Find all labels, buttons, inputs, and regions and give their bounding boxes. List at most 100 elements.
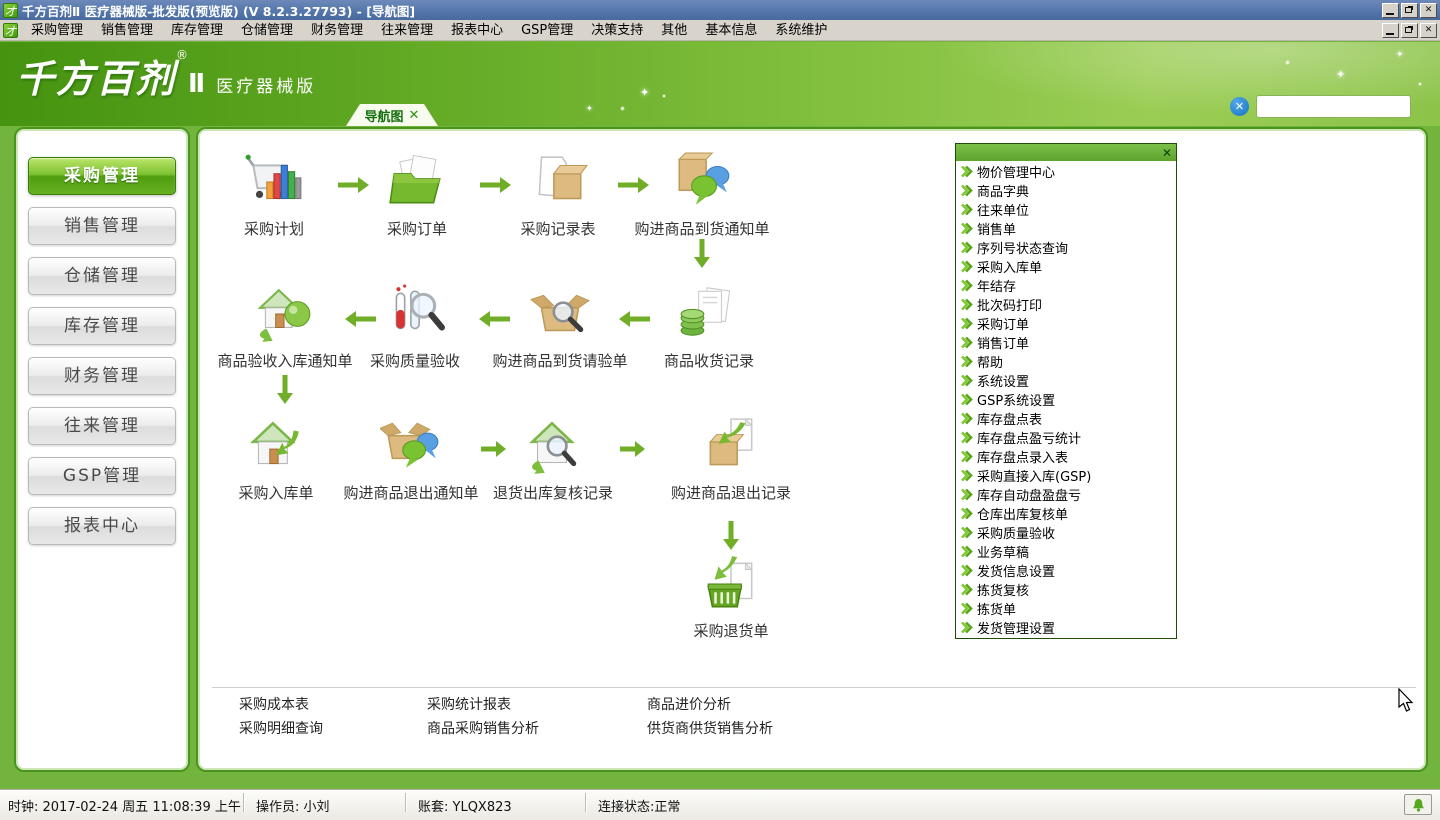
quick-panel-item[interactable]: 发货信息设置: [956, 561, 1176, 580]
sidebar-item-sales[interactable]: 销售管理: [28, 207, 176, 245]
double-chevron-icon: [960, 469, 973, 482]
sidebar-item-finance[interactable]: 财务管理: [28, 357, 176, 395]
quick-panel-item[interactable]: 帮助: [956, 352, 1176, 371]
quick-panel-item[interactable]: 销售单: [956, 219, 1176, 238]
quick-panel-item-label: 拣货单: [977, 599, 1016, 618]
quick-panel-item[interactable]: 库存盘点表: [956, 409, 1176, 428]
minimize-button[interactable]: [1382, 3, 1399, 18]
tab-label: 导航图: [365, 106, 404, 125]
report-link-purchase-cost[interactable]: 采购成本表: [239, 694, 309, 714]
menu-decision[interactable]: 决策支持: [582, 20, 652, 41]
menu-contacts[interactable]: 往来管理: [372, 20, 442, 41]
double-chevron-icon: [960, 222, 973, 235]
double-chevron-icon: [960, 602, 973, 615]
flow-node-acceptance-warehouse-notice[interactable]: 商品验收入库通知单: [200, 283, 370, 371]
flow-node-purchase-return-order[interactable]: 采购退货单: [646, 553, 816, 641]
quick-panel-item[interactable]: 采购入库单: [956, 257, 1176, 276]
quick-panel-item[interactable]: 库存盘点录入表: [956, 447, 1176, 466]
logo-text: 千方百剂: [16, 57, 176, 101]
quick-panel-close-icon[interactable]: ✕: [1162, 147, 1172, 159]
status-separator: [585, 793, 587, 812]
box-bubbles-icon: [671, 151, 733, 213]
tab-navigation-map[interactable]: 导航图 ✕: [346, 104, 438, 126]
double-chevron-icon: [960, 260, 973, 273]
menu-gsp[interactable]: GSP管理: [512, 20, 582, 41]
menu-reports[interactable]: 报表中心: [442, 20, 512, 41]
quick-panel-item[interactable]: GSP系统设置: [956, 390, 1176, 409]
quick-access-panel: ✕ 物价管理中心商品字典往来单位销售单序列号状态查询采购入库单年结存批次码打印采…: [955, 143, 1177, 639]
quick-panel-item[interactable]: 仓库出库复核单: [956, 504, 1176, 523]
quick-panel-item-label: 物价管理中心: [977, 162, 1055, 181]
quick-panel-item[interactable]: 批次码打印: [956, 295, 1176, 314]
house-magnifier-icon: [522, 415, 584, 477]
quick-panel-list: 物价管理中心商品字典往来单位销售单序列号状态查询采购入库单年结存批次码打印采购订…: [956, 161, 1176, 638]
double-chevron-icon: [960, 317, 973, 330]
quick-panel-item-label: 批次码打印: [977, 295, 1042, 314]
quick-panel-item[interactable]: 年结存: [956, 276, 1176, 295]
quick-panel-item-label: 仓库出库复核单: [977, 504, 1068, 523]
menu-purchase[interactable]: 采购管理: [22, 20, 92, 41]
flow-node-return-record[interactable]: 购进商品退出记录: [646, 415, 816, 503]
child-restore-button[interactable]: [1401, 23, 1418, 38]
cart-chart-icon: [243, 151, 305, 213]
search-input[interactable]: [1257, 96, 1411, 117]
double-chevron-icon: [960, 241, 973, 254]
quick-panel-item[interactable]: 系统设置: [956, 371, 1176, 390]
sidebar-item-purchase[interactable]: 采购管理: [28, 157, 176, 195]
menu-finance[interactable]: 财务管理: [302, 20, 372, 41]
sidebar-item-warehouse[interactable]: 仓储管理: [28, 257, 176, 295]
quick-panel-item[interactable]: 拣货复核: [956, 580, 1176, 599]
quick-panel-header: ✕: [956, 144, 1176, 161]
restore-button[interactable]: [1401, 3, 1418, 18]
flow-node-label: 购进商品退出记录: [646, 482, 816, 503]
quick-panel-item[interactable]: 采购订单: [956, 314, 1176, 333]
quick-panel-item[interactable]: 序列号状态查询: [956, 238, 1176, 257]
menu-sysmaint[interactable]: 系统维护: [766, 20, 836, 41]
quick-panel-item[interactable]: 采购直接入库(GSP): [956, 466, 1176, 485]
menu-inventory[interactable]: 库存管理: [162, 20, 232, 41]
menu-warehouse[interactable]: 仓储管理: [232, 20, 302, 41]
folder-icon: [386, 151, 448, 213]
flow-node-arrival-notice[interactable]: 购进商品到货通知单: [617, 151, 787, 239]
report-link-price-analysis[interactable]: 商品进价分析: [647, 694, 731, 714]
quick-panel-item[interactable]: 采购质量验收: [956, 523, 1176, 542]
quick-panel-item[interactable]: 销售订单: [956, 333, 1176, 352]
menu-other[interactable]: 其他: [652, 20, 696, 41]
report-link-purchase-sales[interactable]: 商品采购销售分析: [427, 718, 539, 738]
sparkle-decoration: [620, 106, 625, 111]
notification-bell-button[interactable]: [1404, 794, 1432, 815]
quick-panel-item[interactable]: 拣货单: [956, 599, 1176, 618]
tab-close-icon[interactable]: ✕: [409, 109, 420, 122]
quick-panel-item[interactable]: 发货管理设置: [956, 618, 1176, 637]
quick-panel-item[interactable]: 商品字典: [956, 181, 1176, 200]
menu-sales[interactable]: 销售管理: [92, 20, 162, 41]
flow-node-return-outbound-review[interactable]: 退货出库复核记录: [468, 415, 638, 503]
report-link-purchase-stats[interactable]: 采购统计报表: [427, 694, 511, 714]
quick-panel-item[interactable]: 业务草稿: [956, 542, 1176, 561]
double-chevron-icon: [960, 412, 973, 425]
report-link-purchase-detail[interactable]: 采购明细查询: [239, 718, 323, 738]
sidebar-item-reports[interactable]: 报表中心: [28, 507, 176, 545]
double-chevron-icon: [960, 526, 973, 539]
double-chevron-icon: [960, 431, 973, 444]
menu-basicinfo[interactable]: 基本信息: [696, 20, 766, 41]
sidebar-item-gsp[interactable]: GSP管理: [28, 457, 176, 495]
quick-panel-item[interactable]: 物价管理中心: [956, 162, 1176, 181]
quick-panel-item[interactable]: 库存自动盘盈盘亏: [956, 485, 1176, 504]
sparkle-decoration: ✦: [586, 104, 593, 113]
close-button[interactable]: ✕: [1420, 3, 1437, 18]
child-minimize-button[interactable]: [1382, 23, 1399, 38]
sparkle-decoration: [1418, 82, 1422, 86]
sidebar-item-contacts[interactable]: 往来管理: [28, 407, 176, 445]
child-close-button[interactable]: ✕: [1420, 23, 1437, 38]
application-window: 千方百剂Ⅱ 医疗器械版-批发版(预览版) (V 8.2.3.27793) - […: [0, 0, 1440, 820]
coins-papers-icon: [678, 283, 740, 345]
report-link-supplier-analysis[interactable]: 供货商供货销售分析: [647, 718, 773, 738]
house-arrow-icon: [245, 415, 307, 477]
arrow-down-icon: [691, 237, 713, 269]
quick-panel-item[interactable]: 库存盘点盈亏统计: [956, 428, 1176, 447]
sidebar-item-inventory[interactable]: 库存管理: [28, 307, 176, 345]
status-operator: 操作员: 小刘: [256, 796, 330, 815]
search-close-icon[interactable]: ✕: [1230, 97, 1249, 116]
quick-panel-item[interactable]: 往来单位: [956, 200, 1176, 219]
